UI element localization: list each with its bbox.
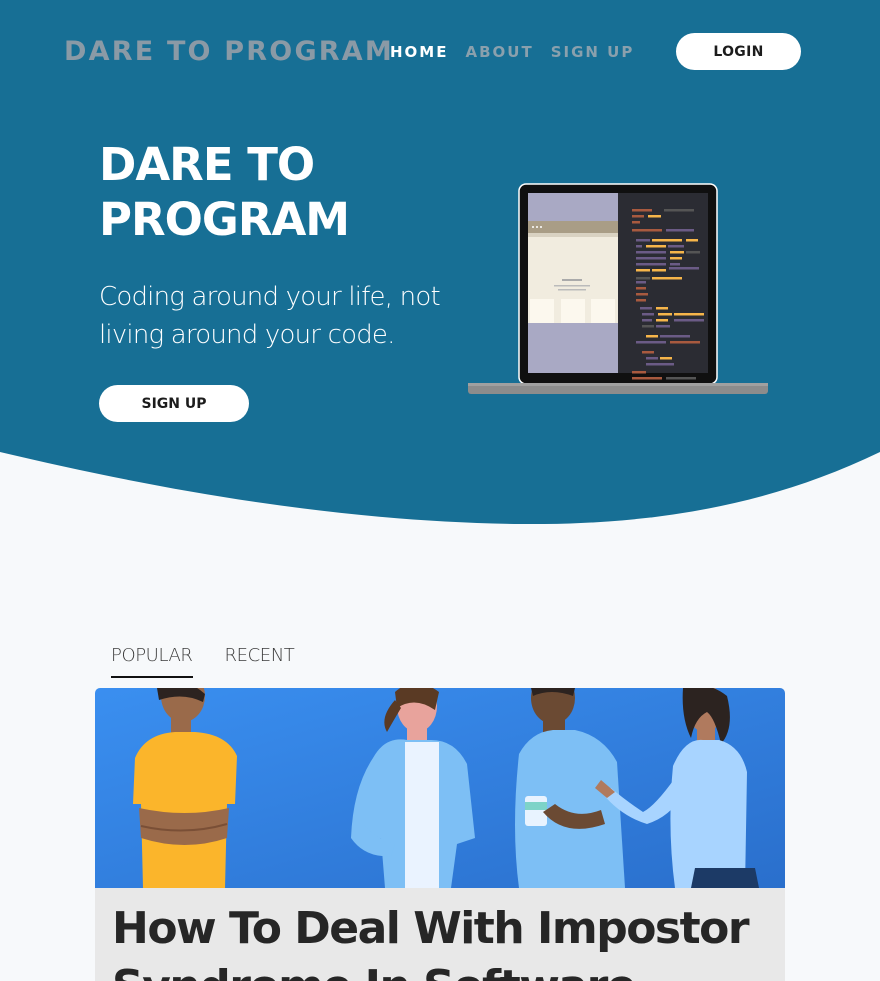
nav-home[interactable]: HOME [390,43,448,61]
people-talking-illustration [95,688,785,888]
main-nav: HOME ABOUT SIGN UP [390,43,634,61]
login-button[interactable]: LOGIN [676,33,801,70]
hero-title: DARE TO PROGRAM [99,138,350,246]
nav-about[interactable]: ABOUT [465,43,533,61]
nav-signup[interactable]: SIGN UP [551,43,635,61]
hero-subtitle: Coding around your life, not living arou… [99,282,441,350]
tab-popular[interactable]: POPULAR [111,645,193,678]
article-title[interactable]: How To Deal With Impostor Syndrome In So… [112,900,752,981]
hero-signup-button[interactable]: SIGN UP [99,385,249,422]
tab-recent[interactable]: RECENT [225,645,295,678]
article-card[interactable]: How To Deal With Impostor Syndrome In So… [95,688,785,981]
laptop-illustration [468,183,768,394]
hero-section: DARE TO PROGRAM HOME ABOUT SIGN UP LOGIN… [0,0,880,530]
post-tabs: POPULAR RECENT [111,645,295,678]
site-logo[interactable]: DARE TO PROGRAM [64,36,394,67]
